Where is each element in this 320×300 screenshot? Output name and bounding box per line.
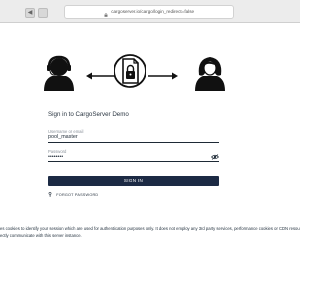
cookie-notice-line: es cookies to identify your session whic… [0,226,300,231]
lock-icon [104,10,108,17]
password-field[interactable]: •••••••• [48,154,63,160]
sidebar-icon[interactable] [38,8,48,18]
url-text: cargoserver.io/cargo/login_redirect=fals… [111,9,195,14]
password-underline [48,161,219,162]
arrow-left-icon [86,72,114,80]
page-title: Sign in to CargoServer Demo [48,111,129,118]
sign-in-button[interactable]: SIGN IN [48,176,219,186]
user-male-icon [44,55,74,91]
username-field[interactable]: pool_master [48,134,78,140]
login-illustration [0,45,300,105]
key-icon [48,191,52,198]
arrow-right-icon [148,72,178,80]
address-bar[interactable]: cargoserver.io/cargo/login_redirect=fals… [64,5,234,19]
forgot-password-label: FORGOT PASSWORD [56,193,99,197]
browser-toolbar: ◀ cargoserver.io/cargo/login_redirect=fa… [0,0,300,23]
cookie-notice-line: ectly communicate with this server insta… [0,233,82,238]
forgot-password-link[interactable]: FORGOT PASSWORD [48,191,99,198]
back-icon[interactable]: ◀ [25,8,35,18]
cookie-notice: es cookies to identify your session whic… [0,225,300,239]
hide-password-icon[interactable] [211,154,219,160]
username-underline [48,142,219,143]
secure-document-icon [114,54,146,88]
user-female-icon [195,57,225,91]
